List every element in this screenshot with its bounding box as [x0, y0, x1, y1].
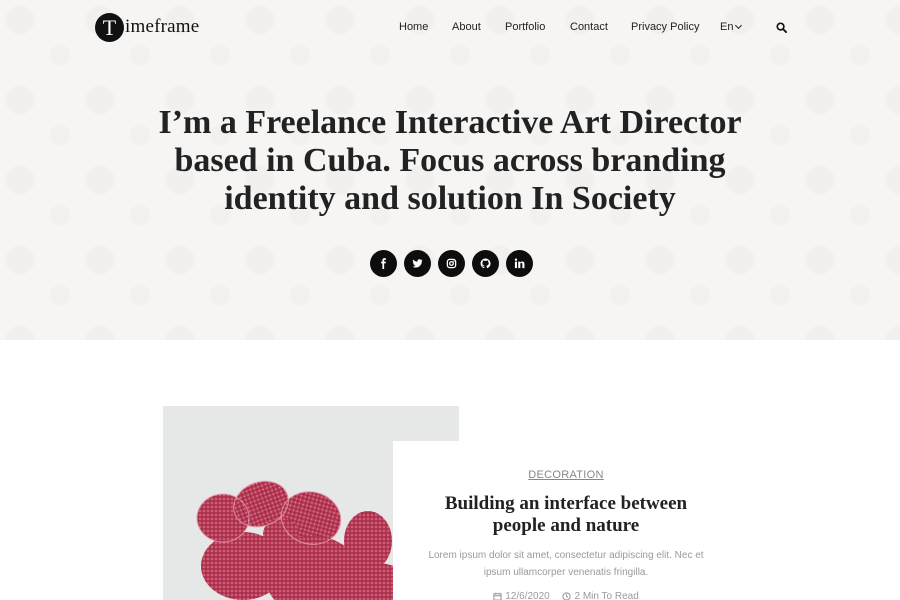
- instagram-link[interactable]: [438, 250, 465, 277]
- github-link[interactable]: [472, 250, 499, 277]
- nav-portfolio[interactable]: Portfolio: [505, 19, 545, 35]
- post-date-text: 12/6/2020: [505, 591, 550, 600]
- social-links: [370, 250, 533, 277]
- search-icon[interactable]: [776, 22, 787, 33]
- nav-home[interactable]: Home: [399, 19, 428, 35]
- facebook-link[interactable]: [370, 250, 397, 277]
- post-excerpt: Lorem ipsum dolor sit amet, consectetur …: [428, 550, 704, 578]
- nav-privacy-policy[interactable]: Privacy Policy: [631, 19, 699, 35]
- post-read-time-text: 2 Min To Read: [574, 591, 639, 600]
- twitter-icon: [412, 259, 423, 268]
- github-icon: [480, 258, 491, 269]
- nav-about[interactable]: About: [452, 19, 481, 35]
- language-dropdown[interactable]: En: [720, 19, 743, 35]
- twitter-link[interactable]: [404, 250, 431, 277]
- nav-contact[interactable]: Contact: [570, 19, 608, 35]
- post-read-time: 2 Min To Read: [562, 591, 639, 600]
- post-meta: 12/6/2020 2 Min To Read: [418, 591, 714, 600]
- logo-text: imeframe: [125, 16, 200, 37]
- calendar-icon: [493, 592, 502, 600]
- language-label: En: [720, 21, 734, 33]
- linkedin-icon: [514, 258, 525, 269]
- post-title[interactable]: Building an interface between people and…: [418, 493, 714, 537]
- post-date: 12/6/2020: [493, 591, 550, 600]
- facebook-icon: [381, 258, 386, 269]
- post-category[interactable]: DECORATION: [393, 469, 739, 481]
- site-logo[interactable]: T imeframe: [95, 12, 199, 42]
- hero-headline: I’m a Freelance Interactive Art Director…: [158, 104, 742, 217]
- chevron-down-icon: [735, 21, 743, 30]
- clock-icon: [562, 592, 572, 600]
- linkedin-link[interactable]: [506, 250, 533, 277]
- instagram-icon: [446, 258, 457, 269]
- logo-mark: T: [95, 12, 124, 42]
